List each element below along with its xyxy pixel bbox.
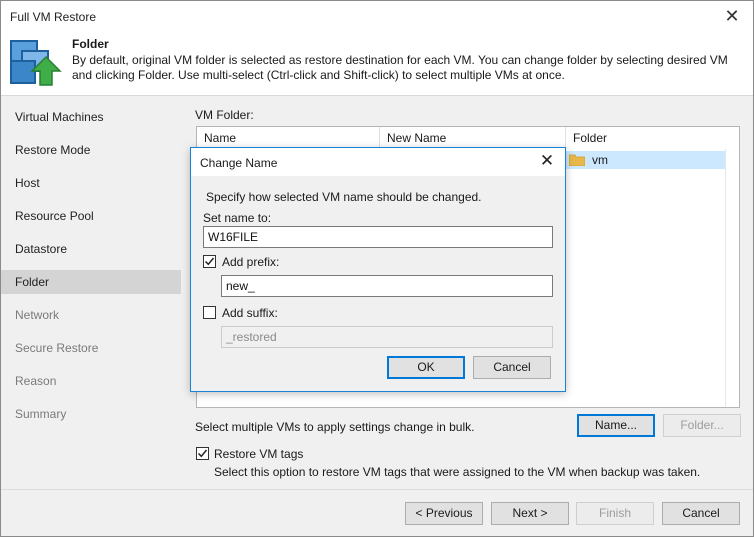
wizard-header: Folder By default, original VM folder is…	[1, 31, 753, 96]
column-header-new-name[interactable]: New Name	[380, 127, 566, 149]
page-description: By default, original VM folder is select…	[72, 53, 728, 82]
nav-item-network: Network	[15, 308, 60, 322]
window-title: Full VM Restore	[10, 10, 97, 24]
wizard-footer: < Previous Next > Finish Cancel	[1, 489, 753, 536]
title-bar: Full VM Restore ✕	[1, 1, 753, 31]
table-row[interactable]	[563, 151, 725, 169]
name-button[interactable]: Name...	[577, 414, 655, 437]
dialog-cancel-button[interactable]: Cancel	[473, 356, 551, 379]
add-suffix-label: Add suffix:	[222, 306, 278, 320]
dialog-title-bar: Change Name ✕	[191, 148, 565, 176]
vm-folder-label: VM Folder:	[195, 108, 254, 122]
folder-button: Folder...	[663, 414, 741, 437]
nav-item-virtual-machines[interactable]: Virtual Machines	[1, 105, 181, 129]
nav-item-host[interactable]: Host	[1, 171, 181, 195]
wizard-nav: Virtual Machines Restore Mode Host Resou…	[1, 96, 181, 489]
row-folder-value: vm	[592, 153, 608, 167]
restore-tags-hint: Select this option to restore VM tags th…	[214, 465, 701, 479]
column-header-folder[interactable]: Folder	[566, 127, 725, 149]
dialog-instruction: Specify how selected VM name should be c…	[206, 190, 482, 204]
close-icon[interactable]: ✕	[723, 7, 741, 25]
next-button[interactable]: Next >	[491, 502, 569, 525]
restore-tags-label: Restore VM tags	[214, 447, 304, 461]
nav-item-secure-restore: Secure Restore	[15, 341, 99, 355]
finish-button: Finish	[576, 502, 654, 525]
nav-item-folder[interactable]: Folder	[1, 270, 181, 294]
change-name-dialog: Change Name ✕ Specify how selected VM na…	[190, 147, 566, 392]
set-name-label: Set name to:	[203, 211, 272, 225]
nav-item-restore-mode[interactable]: Restore Mode	[1, 138, 181, 162]
nav-item-datastore[interactable]: Datastore	[1, 237, 181, 261]
add-prefix-checkbox[interactable]	[203, 255, 216, 268]
nav-item-reason: Reason	[15, 374, 57, 388]
prefix-input[interactable]: new_	[221, 275, 553, 297]
add-prefix-label: Add prefix:	[222, 255, 280, 269]
dialog-close-icon[interactable]: ✕	[538, 152, 556, 170]
previous-button[interactable]: < Previous	[405, 502, 483, 525]
restore-tags-checkbox[interactable]	[196, 447, 209, 460]
nav-item-resource-pool[interactable]: Resource Pool	[1, 204, 181, 228]
cancel-button[interactable]: Cancel	[662, 502, 740, 525]
ok-button[interactable]: OK	[387, 356, 465, 379]
suffix-input: _restored	[221, 326, 553, 348]
grid-divider	[725, 149, 726, 407]
add-suffix-checkbox[interactable]	[203, 306, 216, 319]
nav-item-summary: Summary	[15, 407, 67, 421]
dialog-title: Change Name	[200, 156, 278, 170]
bulk-hint: Select multiple VMs to apply settings ch…	[195, 420, 475, 434]
folder-icon	[569, 154, 585, 166]
vm-restore-icon	[10, 40, 62, 86]
page-title: Folder	[72, 37, 109, 51]
restore-wizard-window: Full VM Restore ✕ Folder By default, ori…	[0, 0, 754, 537]
column-header-name[interactable]: Name	[197, 127, 380, 149]
set-name-input[interactable]: W16FILE	[203, 226, 553, 248]
